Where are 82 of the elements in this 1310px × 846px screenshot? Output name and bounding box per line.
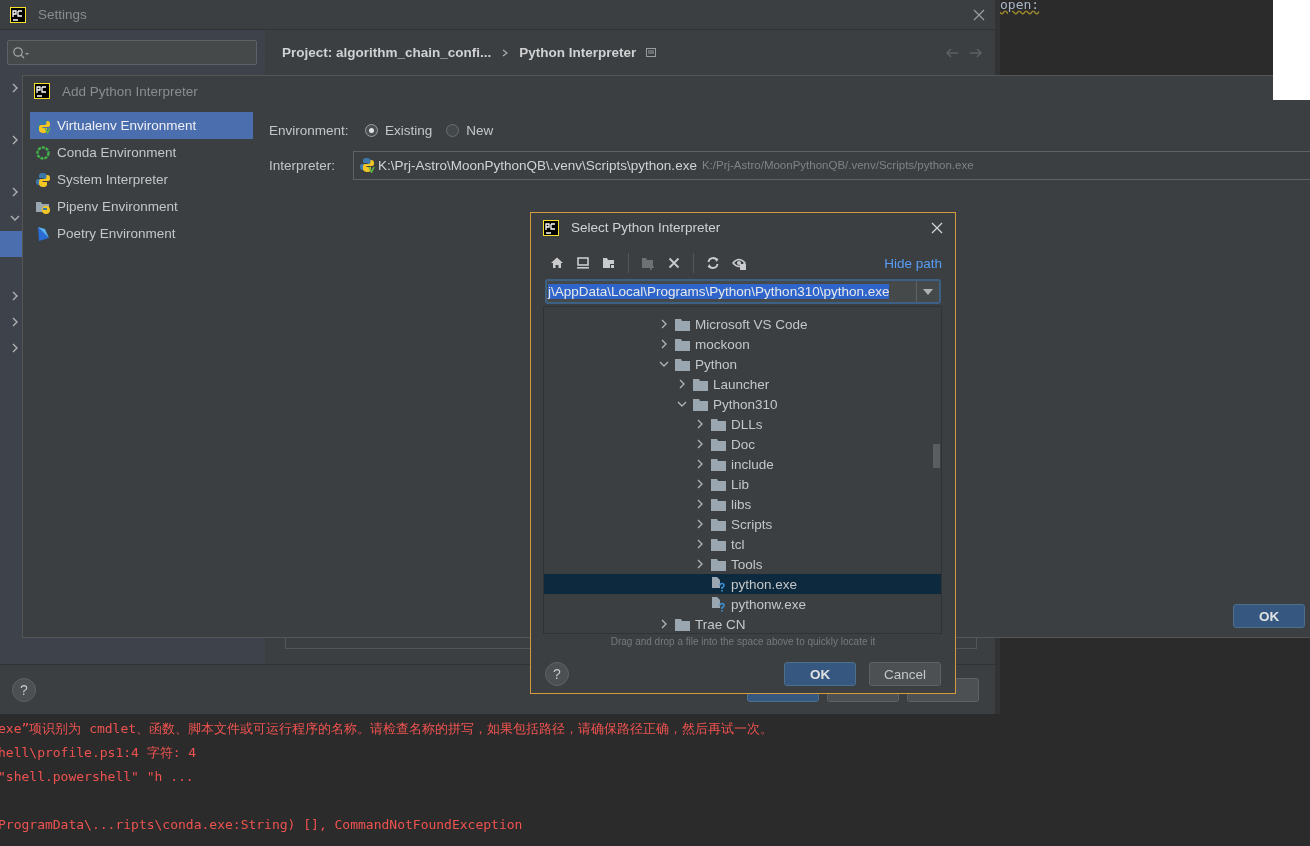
search-field[interactable] <box>7 40 257 65</box>
environment-item[interactable]: Conda Environment <box>30 139 253 166</box>
folder-icon <box>711 517 726 531</box>
environment-item[interactable]: Virtualenv Environment <box>30 112 253 139</box>
scrollbar-thumb[interactable] <box>933 444 940 468</box>
tree-item[interactable]: Lib <box>544 474 941 494</box>
tree-item[interactable]: python.exe <box>544 574 941 594</box>
show-hidden-icon[interactable] <box>732 256 746 270</box>
breadcrumb-item[interactable]: Project: algorithm_chain_confi... <box>282 45 492 60</box>
interpreter-name: K:\Prj-Astro\MoonPythonQB\.venv\Scripts\python.exe <box>378 157 697 173</box>
tree-item[interactable]: Trae CN <box>544 614 941 633</box>
tree-item[interactable]: include <box>544 454 941 474</box>
tree-item[interactable]: Python310 <box>544 394 941 414</box>
tree-item[interactable]: mockoon <box>544 334 941 354</box>
close-icon[interactable] <box>973 8 985 21</box>
window-title: Settings <box>38 7 87 22</box>
tree-item[interactable]: Scripts <box>544 514 941 534</box>
terminal-line: ProgramData\...ripts\conda.exe:String) [], CommandNotFoundException <box>0 817 523 832</box>
panel-icon <box>646 48 657 57</box>
tree-item[interactable]: Launcher <box>544 374 941 394</box>
tree-item[interactable]: DLLs <box>544 414 941 434</box>
code-text: open: <box>1000 0 1040 12</box>
environment-item[interactable]: Poetry Environment <box>30 220 253 247</box>
environment-item[interactable]: Pipenv Environment <box>30 193 253 220</box>
cancel-button[interactable]: Cancel <box>869 662 941 686</box>
radio-button[interactable]: New <box>446 122 494 138</box>
folder-icon <box>711 457 726 471</box>
field-label: Interpreter: <box>269 157 337 173</box>
folder-icon <box>711 497 726 511</box>
python-logo-icon <box>35 171 51 188</box>
desktop-icon[interactable] <box>576 256 590 270</box>
interpreter-dropdown[interactable]: K:\Prj-Astro\MoonPythonQB\.venv\Scripts\python.exe K:/Prj-Astro/MoonPythonQB/.venv/Scripts/python.exe <box>353 150 1310 180</box>
folder-icon[interactable] <box>602 256 616 270</box>
dropdown-arrow-icon[interactable] <box>923 288 933 295</box>
folder-icon <box>711 437 726 451</box>
folder-icon <box>711 537 726 551</box>
hide-path-link[interactable]: Hide path <box>884 255 942 271</box>
poetry-logo-icon <box>35 225 51 242</box>
tree-item[interactable]: pythonw.exe <box>544 594 941 614</box>
ring-icon <box>35 144 51 161</box>
search-icon <box>12 45 30 60</box>
terminal-line: hell\profile.ps1:4 字符: 4 <box>0 745 197 760</box>
app-logo-icon <box>34 83 50 99</box>
interpreter-path: K:/Prj-Astro/MoonPythonQB/.venv/Scripts/python.exe <box>701 159 974 171</box>
path-field[interactable]: j\AppData\Local\Programs\Python\Python310\python.exe <box>545 279 941 304</box>
folder-icon <box>711 477 726 491</box>
tree-item[interactable]: Tools <box>544 554 941 574</box>
close-icon[interactable] <box>931 221 943 234</box>
file-question-icon <box>711 576 726 592</box>
chevron-icon <box>501 47 510 58</box>
field-label: Environment: <box>269 122 350 138</box>
terminal-line: "shell.powershell" "h ... <box>0 769 194 784</box>
ok-button[interactable]: OK <box>1233 604 1305 628</box>
tree-item[interactable]: Python <box>544 354 941 374</box>
folder-icon <box>711 417 726 431</box>
radio-button[interactable]: Existing <box>365 122 433 138</box>
folder-icon <box>675 337 690 351</box>
tree-item[interactable]: libs <box>544 494 941 514</box>
home-icon[interactable] <box>550 256 564 270</box>
tree-item[interactable]: Doc <box>544 434 941 454</box>
python-logo-icon <box>359 157 375 173</box>
app-logo-icon <box>10 6 26 23</box>
refresh-icon[interactable] <box>706 256 720 270</box>
python-logo-icon <box>35 117 51 134</box>
folder-icon <box>693 397 708 411</box>
ok-button[interactable]: OK <box>784 662 856 686</box>
folder-icon <box>675 357 690 371</box>
delete-icon[interactable] <box>667 256 681 270</box>
help-button[interactable]: ? <box>12 677 36 702</box>
folder-icon <box>675 317 690 331</box>
tree-item[interactable]: tcl <box>544 534 941 554</box>
environment-item[interactable]: System Interpreter <box>30 166 253 193</box>
folder-icon <box>711 557 726 571</box>
tree-item[interactable]: Microsoft VS Code <box>544 314 941 334</box>
breadcrumb-item: Python Interpreter <box>519 45 637 60</box>
file-question-icon <box>711 596 726 612</box>
folder-icon <box>693 377 708 391</box>
window-title: Select Python Interpreter <box>571 220 721 235</box>
folder-icon <box>675 617 690 631</box>
app-logo-icon <box>543 219 559 236</box>
window-title: Add Python Interpreter <box>62 83 198 99</box>
help-button[interactable]: ? <box>545 662 569 686</box>
